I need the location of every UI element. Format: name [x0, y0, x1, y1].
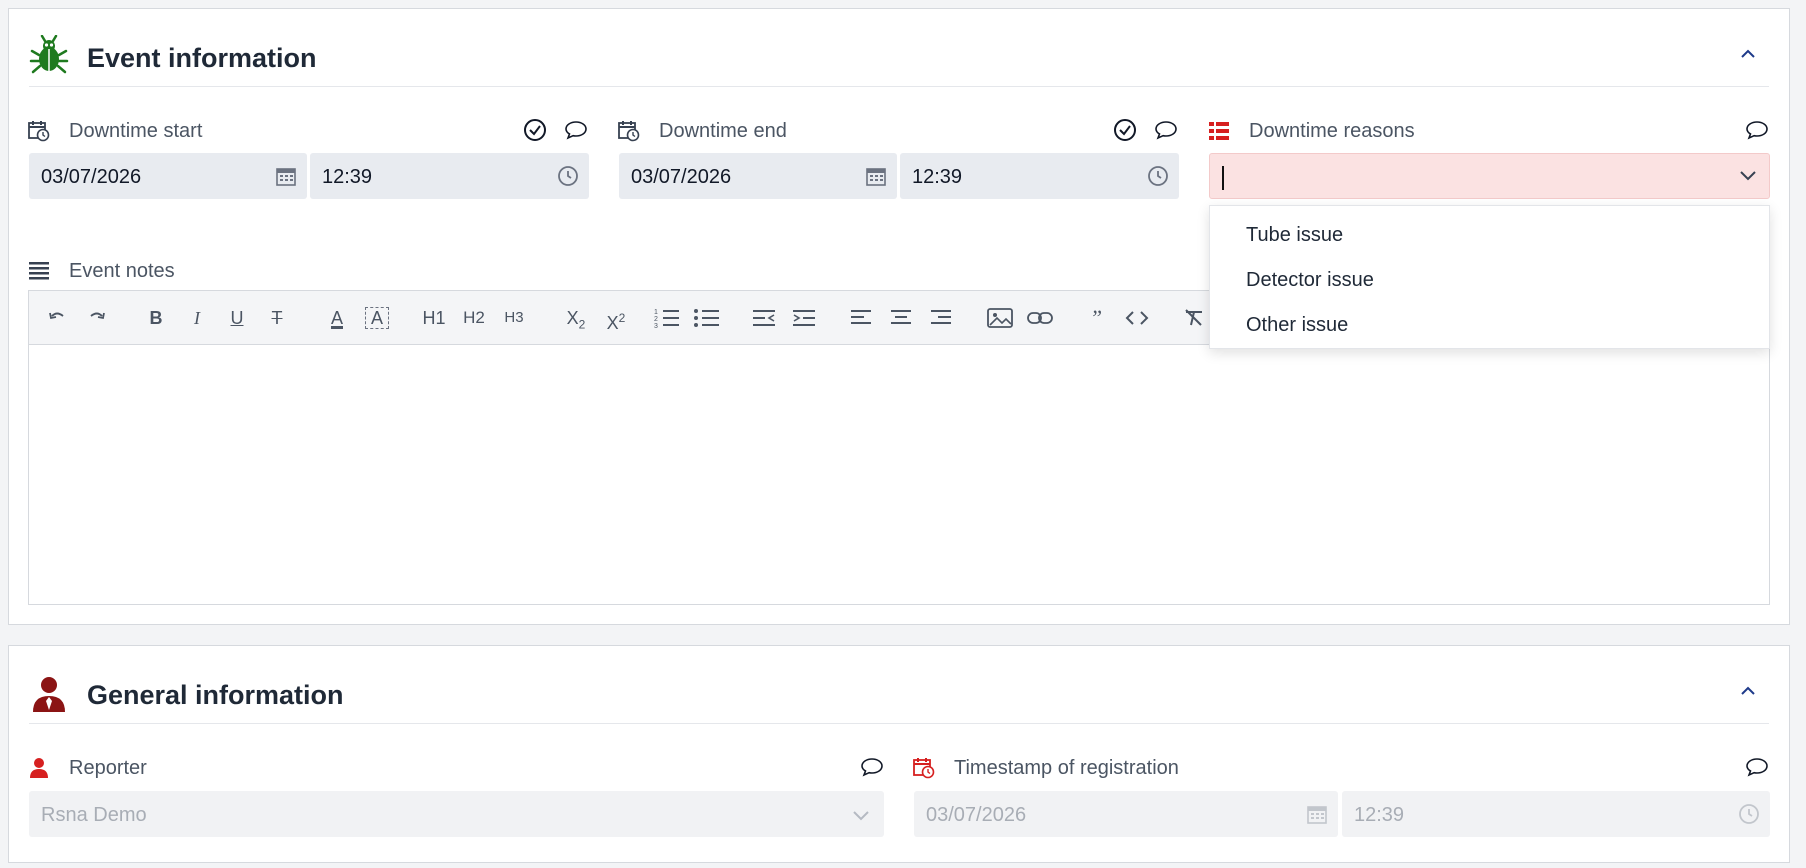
check-circle-icon[interactable] — [1113, 118, 1137, 142]
align-right-icon[interactable] — [929, 305, 953, 331]
editor-content-area[interactable] — [29, 345, 1769, 604]
bug-icon — [29, 34, 69, 75]
highlight-button[interactable]: A — [365, 307, 389, 329]
timestamp-time-input: 12:39 — [1342, 791, 1770, 837]
timestamp-label: Timestamp of registration — [954, 757, 1179, 779]
calendar-clock-icon — [28, 120, 50, 142]
event-information-title: Event information — [87, 43, 317, 73]
user-tie-icon — [29, 674, 69, 714]
downtime-start-date-input[interactable]: 03/07/2026 — [29, 153, 307, 199]
heading3-button[interactable]: H3 — [499, 305, 529, 331]
align-left-icon[interactable] — [849, 305, 873, 331]
outdent-icon[interactable] — [751, 305, 777, 331]
reporter-select: Rsna Demo — [29, 791, 884, 837]
downtime-end-date-value: 03/07/2026 — [631, 166, 732, 188]
superscript-button[interactable]: X2 — [601, 305, 631, 333]
reporter-label: Reporter — [69, 757, 147, 779]
chevron-down-icon — [852, 805, 874, 827]
svg-text:2: 2 — [654, 316, 658, 323]
chevron-down-icon[interactable] — [1739, 168, 1757, 187]
superscript-2: 2 — [618, 311, 626, 325]
subscript-2: 2 — [578, 317, 586, 332]
clock-icon[interactable] — [557, 165, 579, 187]
heading2-button[interactable]: H2 — [459, 305, 489, 331]
calendar-icon[interactable] — [865, 165, 887, 187]
clear-format-icon[interactable] — [1181, 305, 1207, 331]
text-caret — [1222, 166, 1224, 190]
calendar-icon[interactable] — [275, 165, 297, 187]
code-icon[interactable] — [1124, 305, 1150, 331]
timestamp-date-value: 03/07/2026 — [926, 804, 1027, 826]
indent-icon[interactable] — [791, 305, 817, 331]
italic-button[interactable]: I — [186, 305, 208, 331]
comment-icon[interactable] — [1154, 118, 1178, 142]
event-notes-label: Event notes — [69, 260, 175, 282]
svg-text:3: 3 — [654, 323, 658, 330]
event-information-header: Event information — [29, 9, 1769, 87]
timestamp-date-input: 03/07/2026 — [914, 791, 1338, 837]
calendar-clock-icon — [618, 120, 640, 142]
strikethrough-button[interactable]: T — [266, 305, 288, 331]
comment-icon[interactable] — [564, 118, 588, 142]
downtime-reasons-label: Downtime reasons — [1249, 120, 1415, 142]
font-color-button[interactable]: A — [325, 305, 349, 331]
clock-icon — [1738, 803, 1760, 825]
redo-icon[interactable] — [86, 305, 112, 331]
heading1-button[interactable]: H1 — [419, 305, 449, 331]
option-tube-issue[interactable]: Tube issue — [1246, 224, 1343, 247]
numbered-list-icon[interactable]: 123 — [653, 305, 681, 331]
downtime-end-time-value: 12:39 — [912, 166, 963, 188]
align-center-icon[interactable] — [889, 305, 913, 331]
subscript-x: X — [566, 308, 579, 328]
downtime-start-time-input[interactable]: 12:39 — [310, 153, 589, 199]
clock-icon[interactable] — [1147, 165, 1169, 187]
downtime-end-time-input[interactable]: 12:39 — [900, 153, 1179, 199]
option-detector-issue[interactable]: Detector issue — [1246, 269, 1374, 292]
comment-icon[interactable] — [860, 755, 884, 779]
downtime-start-label: Downtime start — [69, 120, 203, 142]
collapse-chevron-icon[interactable] — [1739, 684, 1757, 698]
image-icon[interactable] — [986, 305, 1014, 331]
downtime-start-time-value: 12:39 — [322, 166, 373, 188]
calendar-icon — [1306, 803, 1328, 825]
downtime-end-label: Downtime end — [659, 120, 787, 142]
collapse-chevron-icon[interactable] — [1739, 47, 1757, 61]
downtime-start-date-value: 03/07/2026 — [41, 166, 142, 188]
general-information-header: General information — [29, 646, 1769, 724]
downtime-reasons-dropdown: Tube issue Detector issue Other issue — [1209, 205, 1770, 349]
underline-button[interactable]: U — [226, 305, 248, 331]
superscript-x: X — [606, 313, 619, 333]
bold-button[interactable]: B — [145, 305, 167, 331]
downtime-reasons-select[interactable] — [1209, 153, 1770, 199]
timestamp-time-value: 12:39 — [1354, 804, 1405, 826]
comment-icon[interactable] — [1745, 118, 1769, 142]
link-icon[interactable] — [1026, 305, 1054, 331]
comment-icon[interactable] — [1745, 755, 1769, 779]
subscript-button[interactable]: X2 — [561, 305, 591, 332]
svg-text:1: 1 — [654, 309, 658, 316]
list-icon — [1208, 120, 1230, 142]
general-information-title: General information — [87, 680, 344, 710]
user-icon — [28, 757, 50, 779]
downtime-end-date-input[interactable]: 03/07/2026 — [619, 153, 897, 199]
blockquote-button[interactable]: ” — [1084, 305, 1108, 331]
align-justify-icon — [28, 260, 50, 282]
reporter-value: Rsna Demo — [41, 804, 147, 826]
option-other-issue[interactable]: Other issue — [1246, 314, 1348, 337]
check-circle-icon[interactable] — [523, 118, 547, 142]
calendar-clock-icon — [913, 757, 935, 779]
bullet-list-icon[interactable] — [693, 305, 721, 331]
undo-icon[interactable] — [46, 305, 72, 331]
